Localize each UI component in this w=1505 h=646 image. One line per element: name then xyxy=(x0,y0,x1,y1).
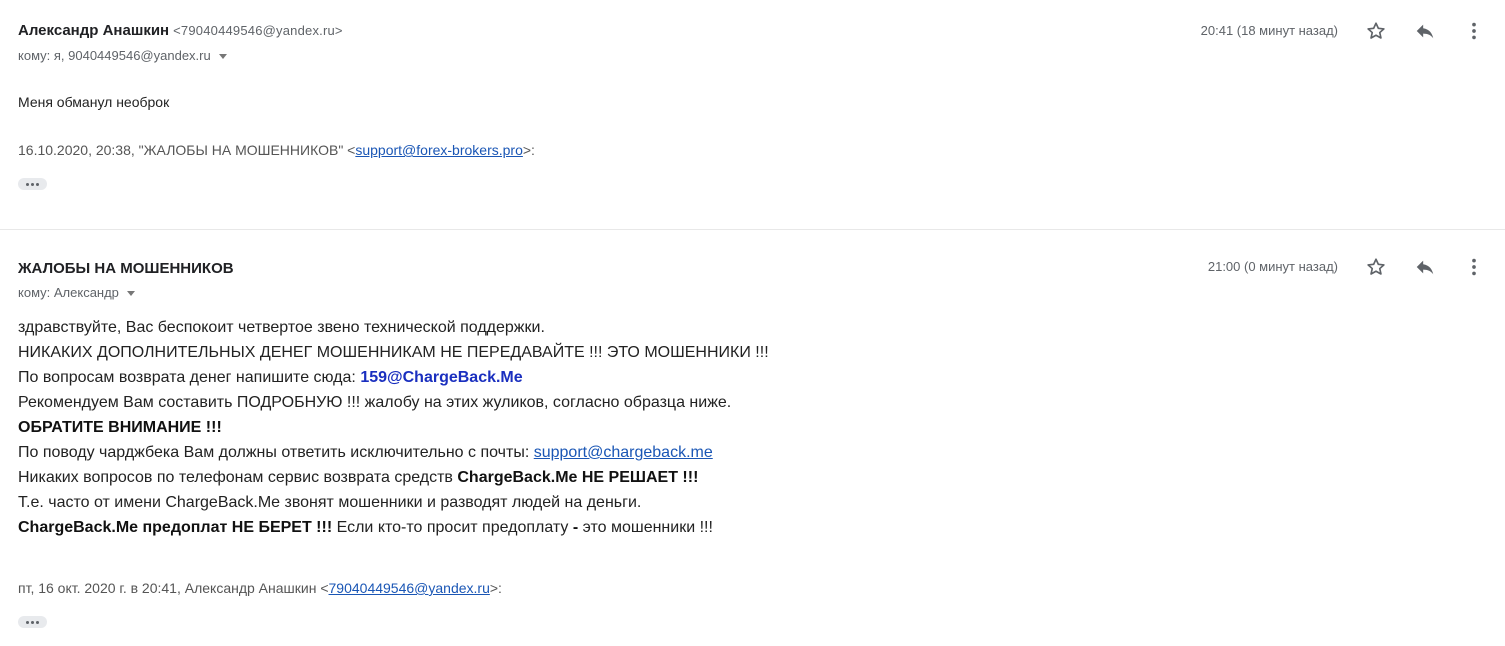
quote-header: 16.10.2020, 20:38, "ЖАЛОБЫ НА МОШЕННИКОВ… xyxy=(18,142,535,158)
quote-header-prefix: 16.10.2020, 20:38, "ЖАЛОБЫ НА МОШЕННИКОВ… xyxy=(18,142,356,158)
body-line: НИКАКИХ ДОПОЛНИТЕЛЬНЫХ ДЕНЕГ МОШЕННИКАМ … xyxy=(18,344,769,361)
sender-name[interactable]: ЖАЛОБЫ НА МОШЕННИКОВ xyxy=(18,260,234,277)
body-text: По вопросам возврата денег напишите сюда… xyxy=(18,369,361,386)
message-time: 20:41 (18 минут назад) xyxy=(1200,23,1338,38)
body-text: Если кто-то просит предоплату xyxy=(332,519,573,536)
reply-icon[interactable] xyxy=(1411,17,1439,45)
star-icon[interactable] xyxy=(1362,17,1390,45)
body-line: Никаких вопросов по телефонам сервис воз… xyxy=(18,465,769,490)
support-email-link[interactable]: support@chargeback.me xyxy=(534,444,713,461)
quote-header-suffix: >: xyxy=(522,142,535,158)
recipients-text: кому: Александр xyxy=(18,285,119,300)
message-body-line: Меня обманул необрок xyxy=(18,94,170,110)
message-time: 21:00 (0 минут назад) xyxy=(1207,259,1338,274)
body-text: это мошенники !!! xyxy=(578,519,713,536)
sender-email[interactable]: <79040449546@yandex.ru> xyxy=(173,23,343,38)
body-line: ChargeBack.Me предоплат НЕ БЕРЕТ !!! Есл… xyxy=(18,515,769,540)
sender-header[interactable]: Александр Анашкин <79040449546@yandex.ru> xyxy=(18,22,343,39)
chevron-down-icon[interactable] xyxy=(126,291,135,296)
dot xyxy=(36,182,39,186)
more-vert-icon[interactable] xyxy=(1460,17,1488,45)
star-icon[interactable] xyxy=(1362,253,1390,281)
sender-header[interactable]: ЖАЛОБЫ НА МОШЕННИКОВ xyxy=(18,260,234,277)
quote-header-email-link[interactable]: support@forex-brokers.pro xyxy=(355,142,523,158)
sender-name[interactable]: Александр Анашкин xyxy=(18,22,169,39)
body-text: По поводу чарджбека Вам должны ответить … xyxy=(18,444,534,461)
chevron-down-icon[interactable] xyxy=(218,54,227,59)
dot xyxy=(36,620,39,624)
show-trimmed-content-button[interactable] xyxy=(18,178,47,190)
dot xyxy=(26,182,29,186)
dot xyxy=(31,620,34,624)
body-text: Никаких вопросов по телефонам сервис воз… xyxy=(18,469,458,486)
body-line-warning: ОБРАТИТЕ ВНИМАНИЕ !!! xyxy=(18,419,222,436)
recipients-line[interactable]: кому: Александр xyxy=(18,285,135,300)
show-trimmed-content-button[interactable] xyxy=(18,616,47,628)
body-line: По вопросам возврата денег напишите сюда… xyxy=(18,365,769,390)
message-body: здравствуйте, Вас беспокоит четвертое зв… xyxy=(18,315,769,540)
body-line: По поводу чарджбека Вам должны ответить … xyxy=(18,440,769,465)
message-1: Александр Анашкин <79040449546@yandex.ru>… xyxy=(0,0,1505,230)
quote-header-email-link[interactable]: 79040449546@yandex.ru xyxy=(329,580,490,596)
more-vert-icon[interactable] xyxy=(1460,253,1488,281)
quote-header-suffix: >: xyxy=(489,580,502,596)
recipients-line[interactable]: кому: я, 9040449546@yandex.ru xyxy=(18,48,227,63)
body-bold-text: ChargeBack.Me НЕ РЕШАЕТ !!! xyxy=(457,469,699,486)
dot xyxy=(26,620,29,624)
chargeback-email: 159@ChargeBack.Me xyxy=(360,369,523,386)
recipients-text: кому: я, 9040449546@yandex.ru xyxy=(18,48,211,63)
reply-icon[interactable] xyxy=(1411,253,1439,281)
dot xyxy=(31,182,34,186)
body-line: Т.е. часто от имени ChargeBack.Me звонят… xyxy=(18,494,642,511)
quote-header-prefix: пт, 16 окт. 2020 г. в 20:41, Александр А… xyxy=(18,580,329,596)
body-line: Рекомендуем Вам составить ПОДРОБНУЮ !!! … xyxy=(18,394,732,411)
body-bold-text: ChargeBack.Me предоплат НЕ БЕРЕТ !!! xyxy=(18,519,333,536)
message-2: ЖАЛОБЫ НА МОШЕННИКОВ кому: Александр 21:… xyxy=(0,231,1505,646)
body-line: здравствуйте, Вас беспокоит четвертое зв… xyxy=(18,319,545,336)
quote-header: пт, 16 окт. 2020 г. в 20:41, Александр А… xyxy=(18,580,502,596)
